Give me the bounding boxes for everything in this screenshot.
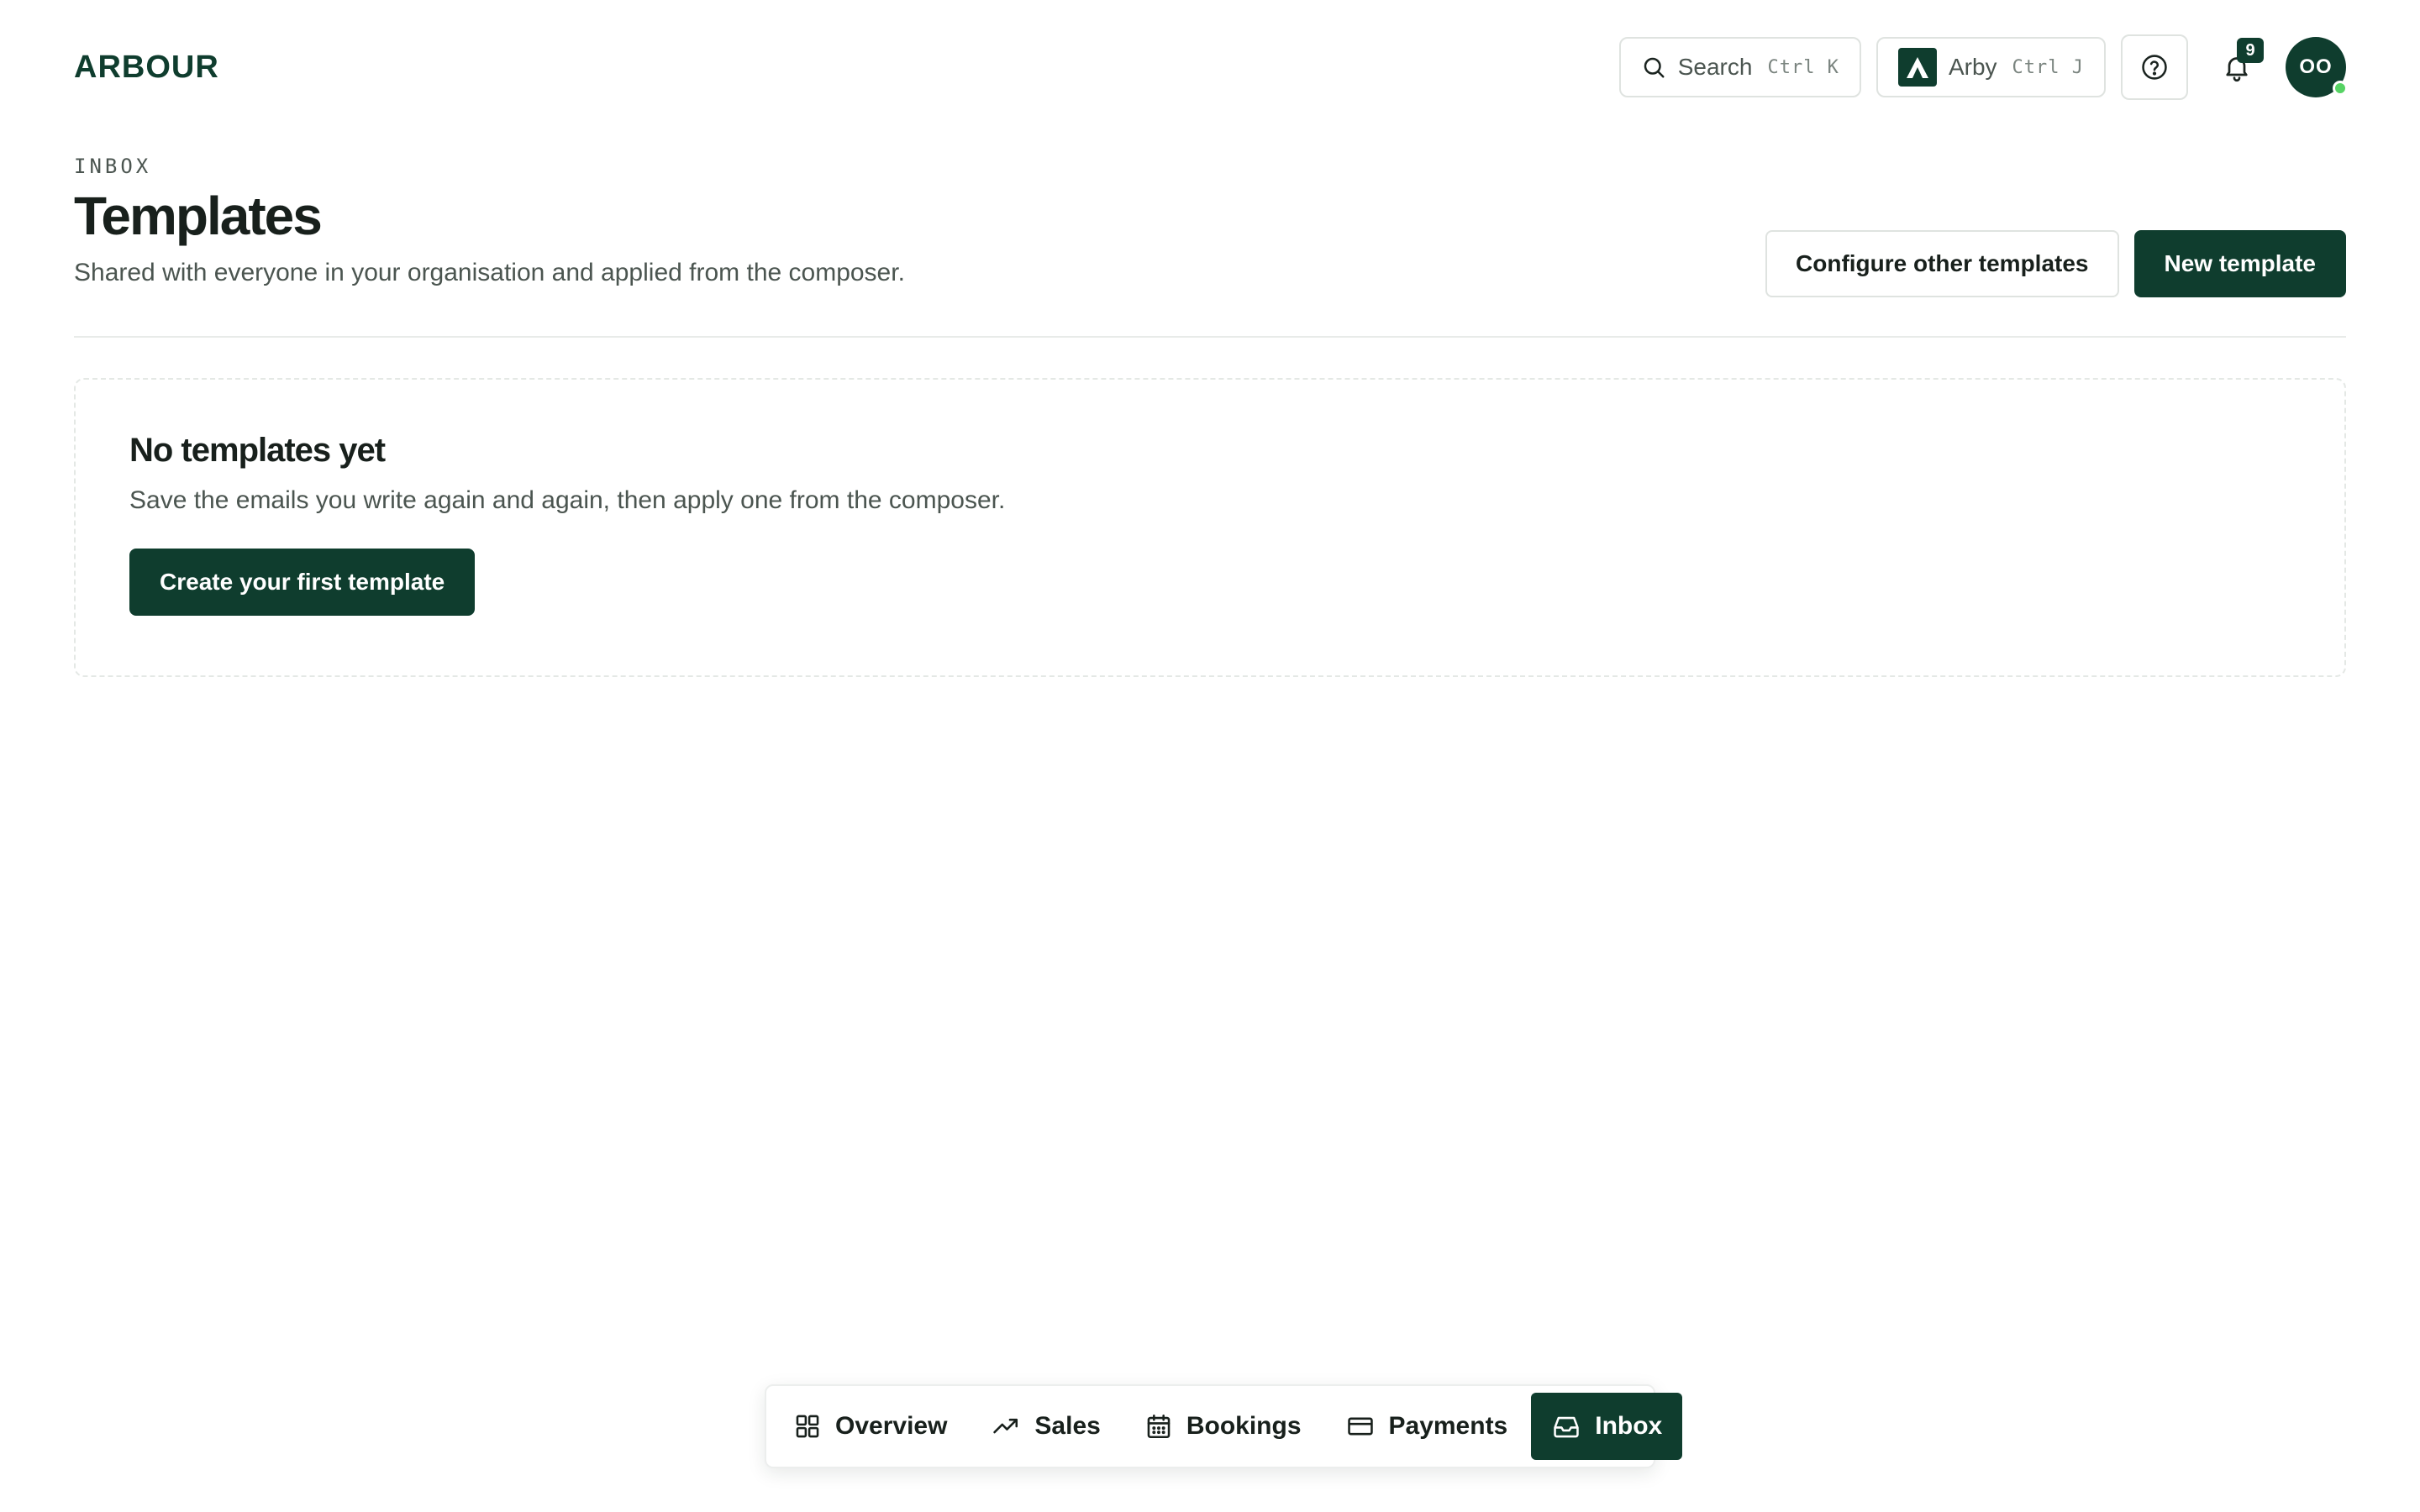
inbox-icon <box>1554 1416 1579 1438</box>
templates-page: ARBOUR Search Ctrl K Arby Ctrl J 9 OO IN… <box>0 0 2420 1512</box>
new-template-button[interactable]: New template <box>2133 230 2346 297</box>
help-circle-icon <box>2142 55 2167 80</box>
nav-item-bookings[interactable]: Bookings <box>1124 1393 1322 1460</box>
header-divider <box>74 336 2346 338</box>
top-bar-actions: Search Ctrl K Arby Ctrl J 9 OO <box>1618 34 2348 100</box>
calendar-icon <box>1147 1414 1171 1439</box>
top-bar: ARBOUR Search Ctrl K Arby Ctrl J 9 OO <box>74 34 2348 101</box>
assistant-shortcut: Ctrl J <box>2012 56 2084 78</box>
create-first-template-button[interactable]: Create your first template <box>129 549 476 616</box>
assistant-button[interactable]: Arby Ctrl J <box>1876 37 2106 97</box>
bottom-nav: Overview Sales Bookings Payments Inbox <box>765 1384 1683 1468</box>
nav-item-label: Sales <box>1034 1412 1101 1440</box>
page-header: INBOX Templates Shared with everyone in … <box>74 155 2346 339</box>
nav-item-label: Payments <box>1388 1412 1508 1440</box>
nav-item-label: Bookings <box>1186 1412 1302 1440</box>
nav-item-sales[interactable]: Sales <box>971 1393 1120 1460</box>
search-shortcut: Ctrl K <box>1767 56 1839 78</box>
empty-state-title: No templates yet <box>129 432 386 469</box>
nav-item-payments[interactable]: Payments <box>1325 1393 1528 1460</box>
empty-state: No templates yet Save the emails you wri… <box>74 378 2346 677</box>
empty-state-text: Save the emails you write again and agai… <box>129 486 1006 514</box>
arby-logo-icon <box>1897 48 1937 87</box>
nav-item-label: Overview <box>835 1412 948 1440</box>
nav-item-overview[interactable]: Overview <box>773 1393 967 1460</box>
search-button[interactable]: Search Ctrl K <box>1618 37 1861 97</box>
trending-up-icon <box>993 1418 1018 1434</box>
configure-templates-button[interactable]: Configure other templates <box>1765 230 2119 297</box>
user-avatar[interactable]: OO <box>2286 37 2348 97</box>
search-icon <box>1644 57 1665 78</box>
page-actions: Configure other templates New template <box>1765 230 2346 297</box>
avatar-initials: OO <box>2299 55 2333 78</box>
credit-card-icon <box>1347 1417 1373 1436</box>
breadcrumb: INBOX <box>74 155 152 178</box>
search-label: Search <box>1677 54 1753 80</box>
app-logo[interactable]: ARBOUR <box>74 50 219 86</box>
help-button[interactable] <box>2121 34 2188 100</box>
nav-item-label: Inbox <box>1595 1412 1663 1440</box>
grid-icon <box>796 1415 819 1438</box>
nav-item-inbox[interactable]: Inbox <box>1531 1393 1683 1460</box>
online-status-dot <box>2333 81 2348 96</box>
assistant-label: Arby <box>1948 54 1997 80</box>
notifications-button[interactable]: 9 <box>2203 34 2270 100</box>
notification-count-badge: 9 <box>2237 38 2264 63</box>
